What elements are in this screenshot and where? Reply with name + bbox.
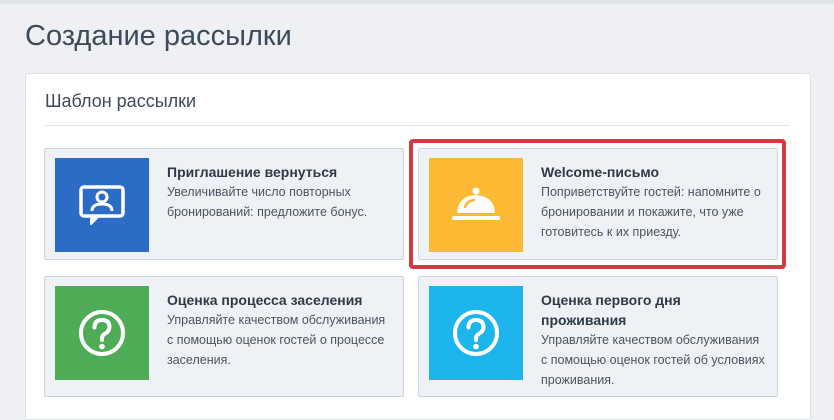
contact-card-icon bbox=[79, 185, 125, 225]
top-border bbox=[0, 0, 834, 4]
panel-title: Шаблон рассылки bbox=[45, 91, 197, 111]
card-description: Управляйте качеством обслуживания с помо… bbox=[167, 313, 386, 367]
panel-divider bbox=[45, 125, 790, 126]
card-description: Увеличивайте число повторных бронировани… bbox=[167, 185, 368, 219]
card-title: Оценка процесса заселения bbox=[167, 292, 363, 308]
template-card-return-invite[interactable]: Приглашение вернуться Увеличивайте число… bbox=[44, 148, 404, 260]
question-circle-icon bbox=[79, 310, 125, 356]
template-card-checkin-rating[interactable]: Оценка процесса заселения Управляйте кач… bbox=[44, 276, 404, 397]
card-title: Оценка первого дня проживания bbox=[541, 292, 681, 328]
card-title: Приглашение вернуться bbox=[167, 164, 338, 180]
template-card-first-day-rating[interactable]: Оценка первого дня проживания Управляйте… bbox=[418, 276, 778, 397]
question-circle-icon bbox=[453, 310, 499, 356]
checkin-rating-tile bbox=[55, 286, 149, 380]
card-description: Управляйте качеством обслуживания с помо… bbox=[541, 333, 765, 387]
selected-card-highlight bbox=[409, 139, 786, 269]
first-day-rating-tile bbox=[429, 286, 523, 380]
return-invite-tile bbox=[55, 158, 149, 252]
page-title: Создание рассылки bbox=[25, 20, 292, 52]
